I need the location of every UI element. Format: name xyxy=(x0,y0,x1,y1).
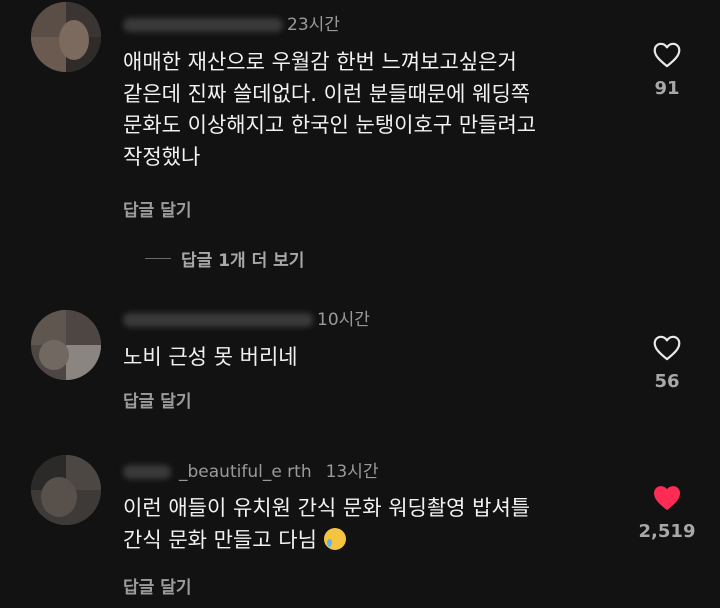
avatar[interactable] xyxy=(31,455,101,525)
avatar[interactable] xyxy=(31,2,101,72)
like-button[interactable]: 56 xyxy=(637,334,697,392)
like-button[interactable]: 2,519 xyxy=(637,484,697,542)
username[interactable]: 23시간 xyxy=(123,10,340,35)
divider xyxy=(145,258,171,259)
crying-face-emoji xyxy=(323,527,346,550)
comment-text: 애매한 재산으로 우월감 한번 느껴보고싶은거 같은데 진짜 쓸데없다. 이런 … xyxy=(123,50,537,169)
reply-button[interactable]: 답글 달기 xyxy=(123,196,191,221)
like-count: 56 xyxy=(654,371,680,392)
comment-text: 이런 애들이 유치원 간식 문화 워딩촬영 밥셔틀 간식 문화 만들고 다님 xyxy=(123,493,613,556)
heart-icon xyxy=(653,486,681,510)
comment-time: 13시간 xyxy=(325,462,379,482)
comment-time: 10시간 xyxy=(317,310,370,330)
username-partial: _beautiful_e rth xyxy=(179,462,312,482)
avatar[interactable] xyxy=(31,310,101,380)
comment-time: 23시간 xyxy=(287,15,340,35)
username[interactable]: 10시간 xyxy=(123,305,370,330)
reply-button[interactable]: 답글 달기 xyxy=(123,387,191,412)
reply-button[interactable]: 답글 달기 xyxy=(123,573,191,598)
username[interactable]: _beautiful_e rth 13시간 xyxy=(123,457,379,482)
view-more-replies[interactable]: 답글 1개 더 보기 xyxy=(145,246,304,271)
heart-icon xyxy=(653,335,681,361)
comment-text: 노비 근성 못 버리네 xyxy=(123,345,298,369)
like-count: 91 xyxy=(654,78,680,99)
heart-icon xyxy=(653,42,681,68)
view-more-label: 답글 1개 더 보기 xyxy=(181,251,305,271)
like-button[interactable]: 91 xyxy=(637,41,697,99)
like-count: 2,519 xyxy=(638,521,696,542)
